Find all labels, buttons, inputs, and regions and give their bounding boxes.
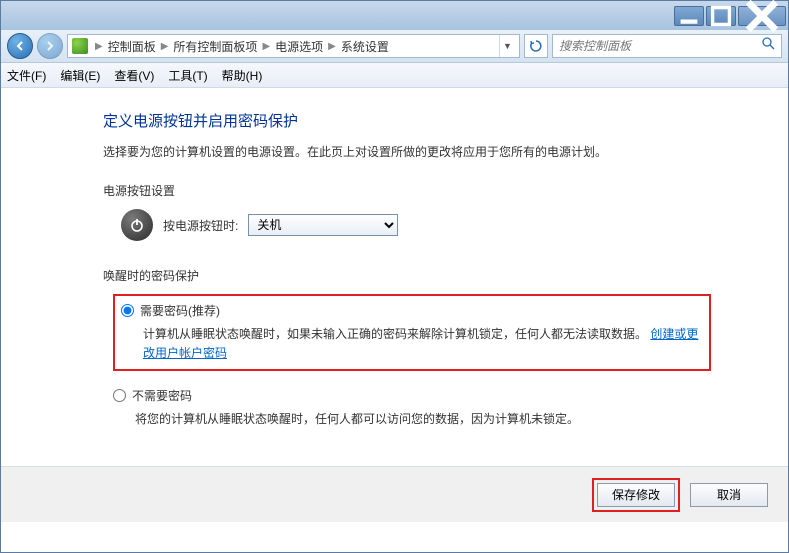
cancel-button[interactable]: 取消 [690,483,768,507]
breadcrumb-item-control-panel[interactable]: 控制面板 [108,38,156,55]
chevron-right-icon: ▶ [325,41,339,52]
chevron-right-icon: ▶ [259,41,273,52]
refresh-button[interactable] [524,34,548,58]
radio-no-password-desc: 将您的计算机从睡眠状态唤醒时，任何人都可以访问您的数据，因为计算机未锁定。 [135,410,695,429]
chevron-right-icon: ▶ [158,41,172,52]
close-button[interactable] [738,6,786,26]
radio-no-password-label: 不需要密码 [132,387,192,404]
minimize-button[interactable] [674,6,704,26]
menu-tools[interactable]: 工具(T) [168,67,207,84]
power-button-action-dropdown[interactable]: 关机 [248,214,398,236]
navbar: ▶ 控制面板 ▶ 所有控制面板项 ▶ 电源选项 ▶ 系统设置 ▼ [1,30,788,63]
titlebar [1,1,788,30]
menu-edit[interactable]: 编辑(E) [60,67,100,84]
radio-require-password-label: 需要密码(推荐) [140,302,220,319]
maximize-button[interactable] [706,6,736,26]
radio-require-password[interactable] [121,304,134,317]
footer: 保存修改 取消 [1,466,788,522]
back-button[interactable] [7,33,33,59]
page-description: 选择要为您的计算机设置的电源设置。在此页上对设置所做的更改将应用于您所有的电源计… [103,143,748,160]
recommended-option-highlight: 需要密码(推荐) 计算机从睡眠状态唤醒时，如果未输入正确的密码来解除计算机锁定，… [113,294,711,371]
menu-help[interactable]: 帮助(H) [222,67,263,84]
menubar: 文件(F) 编辑(E) 查看(V) 工具(T) 帮助(H) [1,63,788,88]
radio-no-password[interactable] [113,389,126,402]
search-input[interactable] [559,39,762,53]
wake-password-section-label: 唤醒时的密码保护 [103,267,748,284]
forward-button[interactable] [37,33,63,59]
control-panel-icon [72,38,88,54]
save-button-highlight: 保存修改 [592,478,680,512]
radio-require-password-desc: 计算机从睡眠状态唤醒时，如果未输入正确的密码来解除计算机锁定，任何人都无法读取数… [143,325,703,363]
breadcrumb-item-system-settings[interactable]: 系统设置 [341,38,389,55]
menu-file[interactable]: 文件(F) [7,67,46,84]
breadcrumb-item-all-items[interactable]: 所有控制面板项 [173,38,257,55]
window: ▶ 控制面板 ▶ 所有控制面板项 ▶ 电源选项 ▶ 系统设置 ▼ 文件(F) 编… [0,0,789,553]
radio-require-password-row: 需要密码(推荐) [121,302,703,319]
search-icon [762,37,775,55]
menu-view[interactable]: 查看(V) [114,67,154,84]
wake-password-radio-group: 需要密码(推荐) 计算机从睡眠状态唤醒时，如果未输入正确的密码来解除计算机锁定，… [113,294,748,430]
breadcrumb[interactable]: ▶ 控制面板 ▶ 所有控制面板项 ▶ 电源选项 ▶ 系统设置 ▼ [67,34,520,58]
search-box[interactable] [552,34,782,58]
breadcrumb-dropdown-icon[interactable]: ▼ [499,35,515,57]
breadcrumb-item-power-options[interactable]: 电源选项 [275,38,323,55]
save-button[interactable]: 保存修改 [597,483,675,507]
page-title: 定义电源按钮并启用密码保护 [103,110,748,131]
power-button-label: 按电源按钮时: [163,217,238,234]
power-icon [121,209,153,241]
chevron-right-icon: ▶ [92,41,106,52]
content: 定义电源按钮并启用密码保护 选择要为您的计算机设置的电源设置。在此页上对设置所做… [1,88,788,466]
power-button-row: 按电源按钮时: 关机 [121,209,748,241]
radio-no-password-row: 不需要密码 [113,387,748,404]
power-button-section-label: 电源按钮设置 [103,182,748,199]
